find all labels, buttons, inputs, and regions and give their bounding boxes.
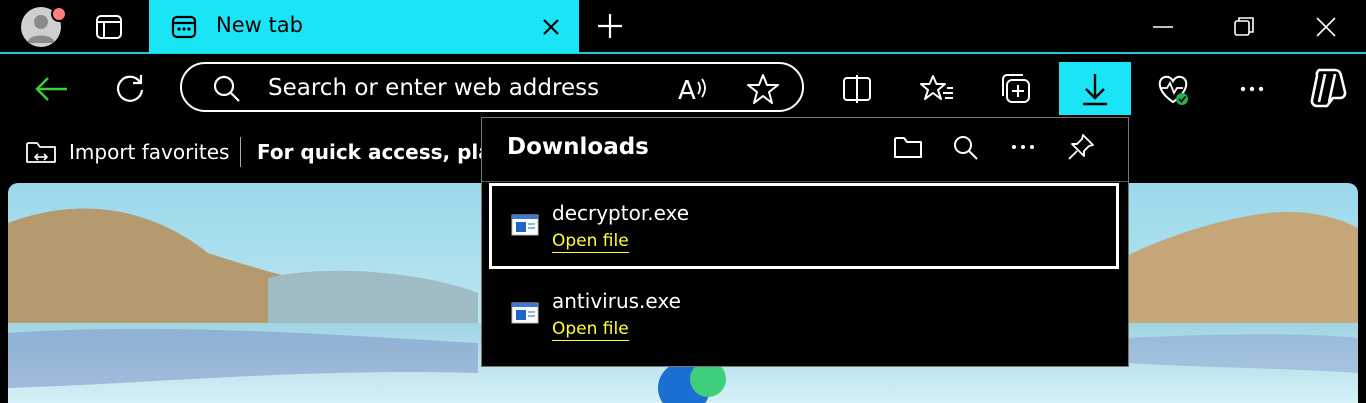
collections-icon[interactable] <box>997 69 1037 109</box>
pin-icon[interactable] <box>1063 129 1099 165</box>
copilot-icon[interactable] <box>1303 64 1351 112</box>
more-icon[interactable] <box>1232 69 1272 109</box>
open-file-link[interactable]: Open file <box>552 231 629 253</box>
read-aloud-icon[interactable]: A <box>672 68 712 108</box>
tab-title: New tab <box>216 13 303 37</box>
favorite-star-icon[interactable] <box>743 69 783 109</box>
svg-text:A: A <box>678 76 696 106</box>
download-item-antivirus[interactable] <box>489 272 1119 358</box>
split-screen-icon[interactable] <box>837 69 877 109</box>
tab-actions-icon[interactable] <box>92 10 126 44</box>
browser-essentials-icon[interactable] <box>1153 69 1193 109</box>
executable-file-icon <box>511 214 539 236</box>
downloads-title: Downloads <box>507 134 649 160</box>
tab-new-tab[interactable] <box>149 0 579 53</box>
import-favorites-icon[interactable] <box>24 136 58 168</box>
download-item-decryptor[interactable] <box>489 183 1119 269</box>
downloads-button[interactable] <box>1059 62 1131 115</box>
search-icon <box>206 68 246 108</box>
address-placeholder: Search or enter web address <box>268 75 600 101</box>
download-file-name: antivirus.exe <box>552 289 681 313</box>
import-favorites-link[interactable]: Import favorites <box>69 140 229 164</box>
download-file-name: decryptor.exe <box>552 201 690 225</box>
close-tab-icon[interactable] <box>536 12 566 42</box>
executable-file-icon <box>511 302 539 324</box>
flyout-divider <box>482 181 1128 182</box>
open-folder-icon[interactable] <box>890 129 926 165</box>
search-downloads-icon[interactable] <box>947 129 983 165</box>
downloads-icon <box>1083 74 1107 106</box>
refresh-icon[interactable] <box>110 69 150 109</box>
open-file-link[interactable]: Open file <box>552 319 629 341</box>
favorites-icon[interactable] <box>917 69 957 109</box>
profile-notification-dot <box>51 6 67 22</box>
favorites-bar-hint: For quick access, place <box>257 140 518 164</box>
restore-icon[interactable] <box>1228 11 1260 43</box>
back-arrow-icon[interactable] <box>31 69 71 109</box>
plus-icon[interactable] <box>594 10 626 42</box>
new-tab-page-icon <box>170 13 198 41</box>
minimize-icon[interactable] <box>1147 11 1179 43</box>
more-options-icon[interactable] <box>1005 129 1041 165</box>
favorites-bar-separator <box>240 137 241 167</box>
close-icon[interactable] <box>1310 11 1342 43</box>
